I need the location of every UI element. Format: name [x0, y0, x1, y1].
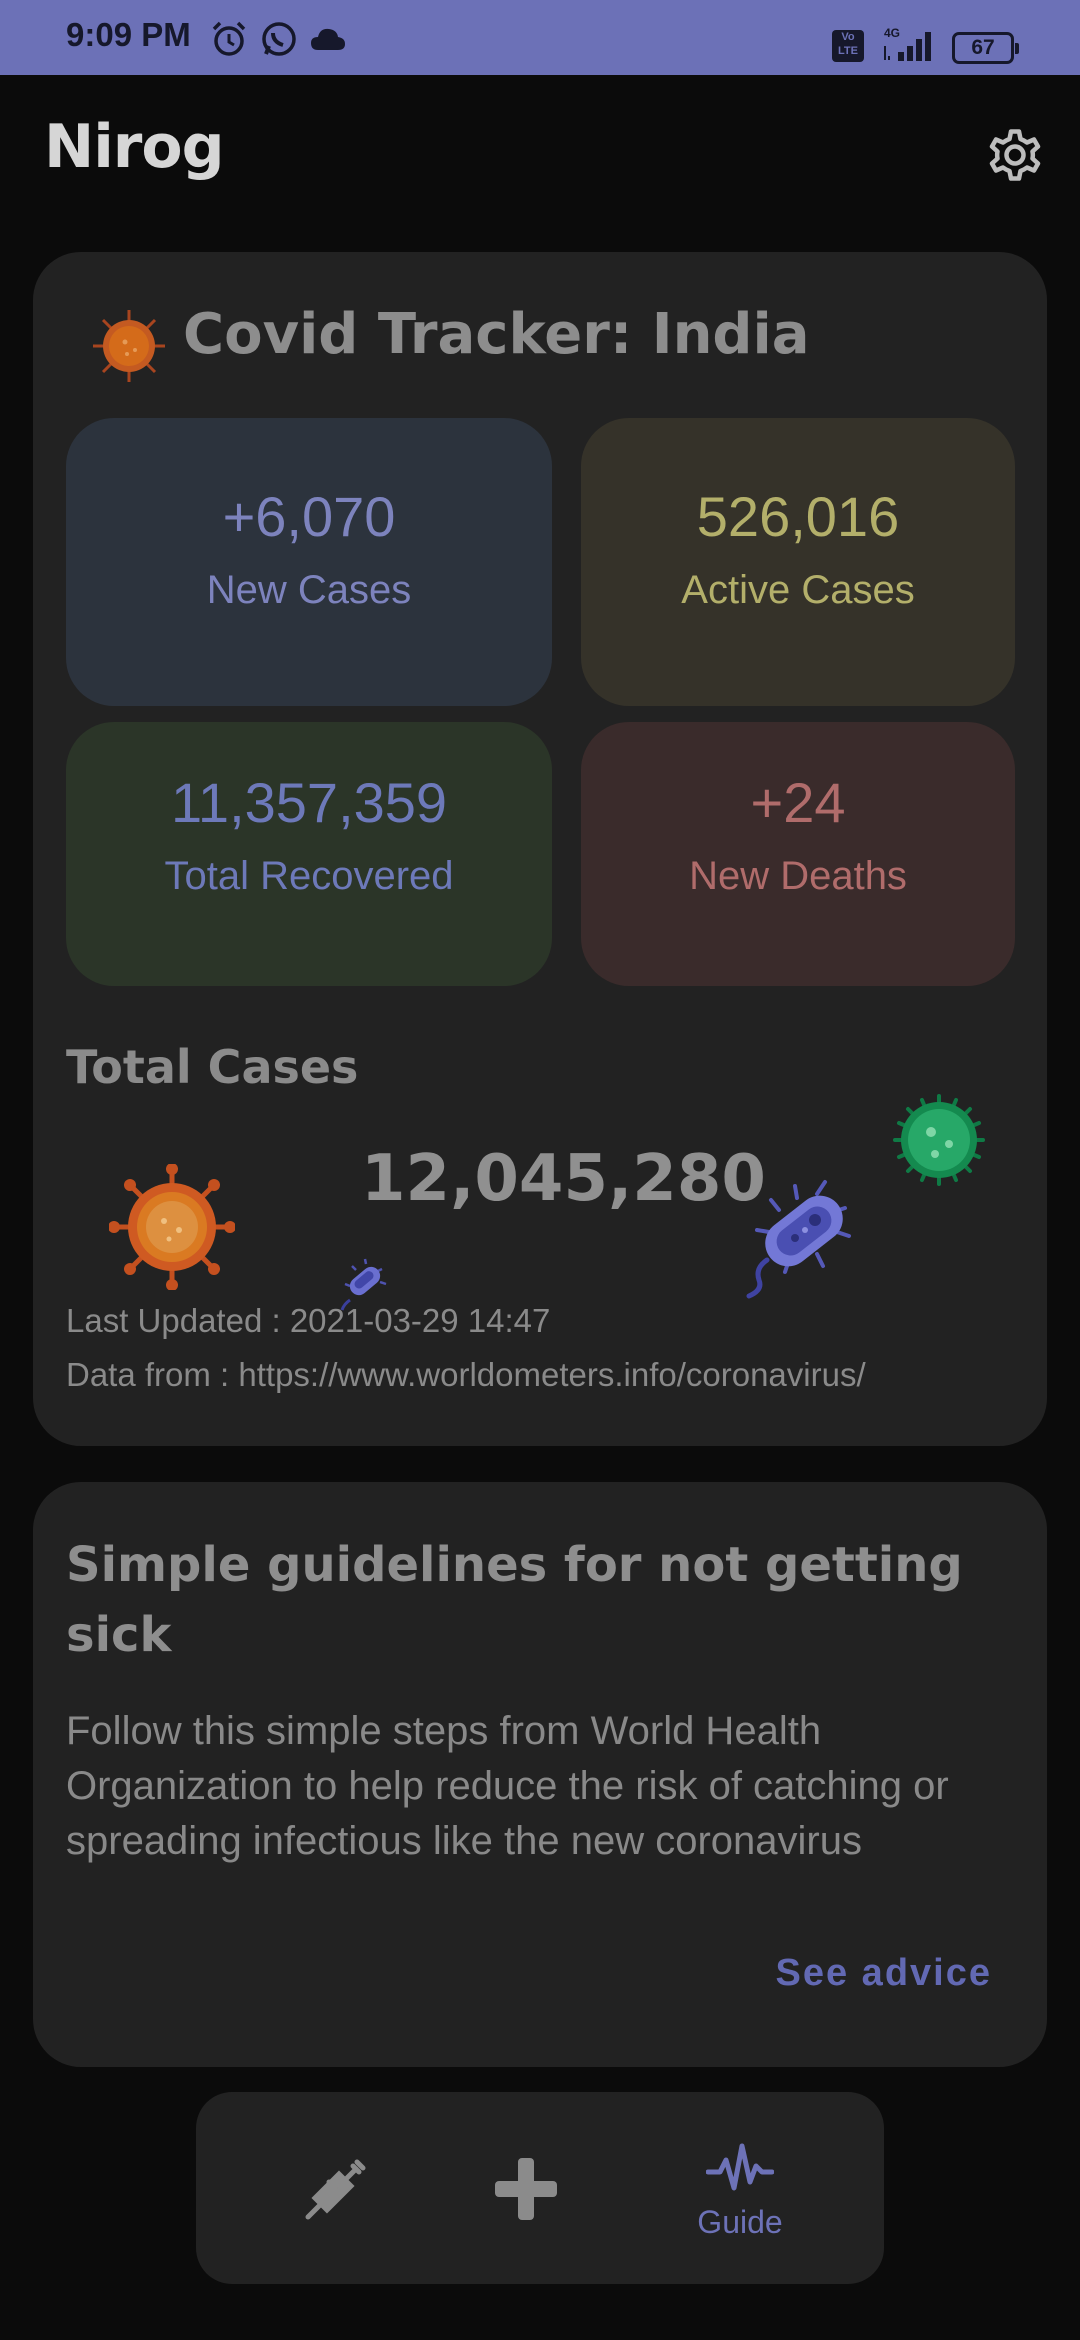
whatsapp-icon	[260, 20, 298, 62]
covid-tracker-card: Covid Tracker: India +6,070 New Cases 52…	[33, 252, 1047, 1446]
last-updated-text: Last Updated : 2021-03-29 14:47	[66, 1302, 551, 1339]
guidelines-title: Simple guidelines for not getting sick	[66, 1537, 963, 1663]
total-recovered-label: Total Recovered	[164, 854, 454, 898]
status-time: 9:09 PM	[66, 16, 191, 53]
new-cases-tile: +6,070 New Cases	[66, 418, 552, 706]
new-deaths-value: +24	[750, 771, 846, 834]
svg-text:4G: 4G	[884, 26, 900, 40]
battery-icon: 67	[952, 32, 1019, 64]
green-virus-icon	[891, 1092, 987, 1192]
nav-item-add[interactable]	[436, 2092, 616, 2284]
guidelines-card: Simple guidelines for not getting sick F…	[33, 1482, 1047, 2067]
nav-item-guide[interactable]: Guide	[650, 2092, 830, 2284]
active-cases-tile: 526,016 Active Cases	[581, 418, 1015, 706]
see-advice-button[interactable]: See advice	[776, 1952, 992, 1995]
total-cases-heading: Total Cases	[66, 1040, 359, 1094]
new-cases-value: +6,070	[222, 485, 396, 548]
nav-guide-label: Guide	[697, 2204, 783, 2240]
active-cases-value: 526,016	[696, 485, 900, 548]
signal-icon: 4G	[880, 26, 936, 66]
nav-item-vaccine[interactable]	[246, 2092, 426, 2284]
bottom-navigation: Guide	[196, 2092, 884, 2284]
alarm-icon	[210, 20, 248, 62]
bacteria-icon	[733, 1172, 863, 1306]
tracker-title: Covid Tracker: India	[183, 302, 810, 367]
settings-button[interactable]	[982, 122, 1048, 188]
plus-icon	[495, 2158, 557, 2220]
new-cases-label: New Cases	[206, 568, 412, 612]
app-title: Nirog	[44, 112, 225, 182]
gear-icon	[989, 129, 1041, 181]
pulse-icon	[706, 2143, 774, 2191]
total-cases-value: 12,045,280	[361, 1142, 766, 1216]
syringe-icon	[305, 2159, 366, 2220]
data-source-text: Data from : https://www.worldometers.inf…	[66, 1356, 866, 1393]
new-deaths-label: New Deaths	[689, 854, 907, 898]
virus-icon	[91, 308, 167, 388]
coronavirus-icon	[108, 1163, 236, 1294]
new-deaths-tile: +24 New Deaths	[581, 722, 1015, 986]
guidelines-body: Follow this simple steps from World Heal…	[66, 1709, 949, 1863]
volte-icon: Vo LTE	[832, 30, 864, 62]
status-bar: 9:09 PM Vo LTE 4G 67	[0, 0, 1080, 75]
total-recovered-tile: 11,357,359 Total Recovered	[66, 722, 552, 986]
cloud-icon	[310, 26, 346, 56]
active-cases-label: Active Cases	[681, 568, 915, 612]
total-recovered-value: 11,357,359	[170, 771, 448, 834]
